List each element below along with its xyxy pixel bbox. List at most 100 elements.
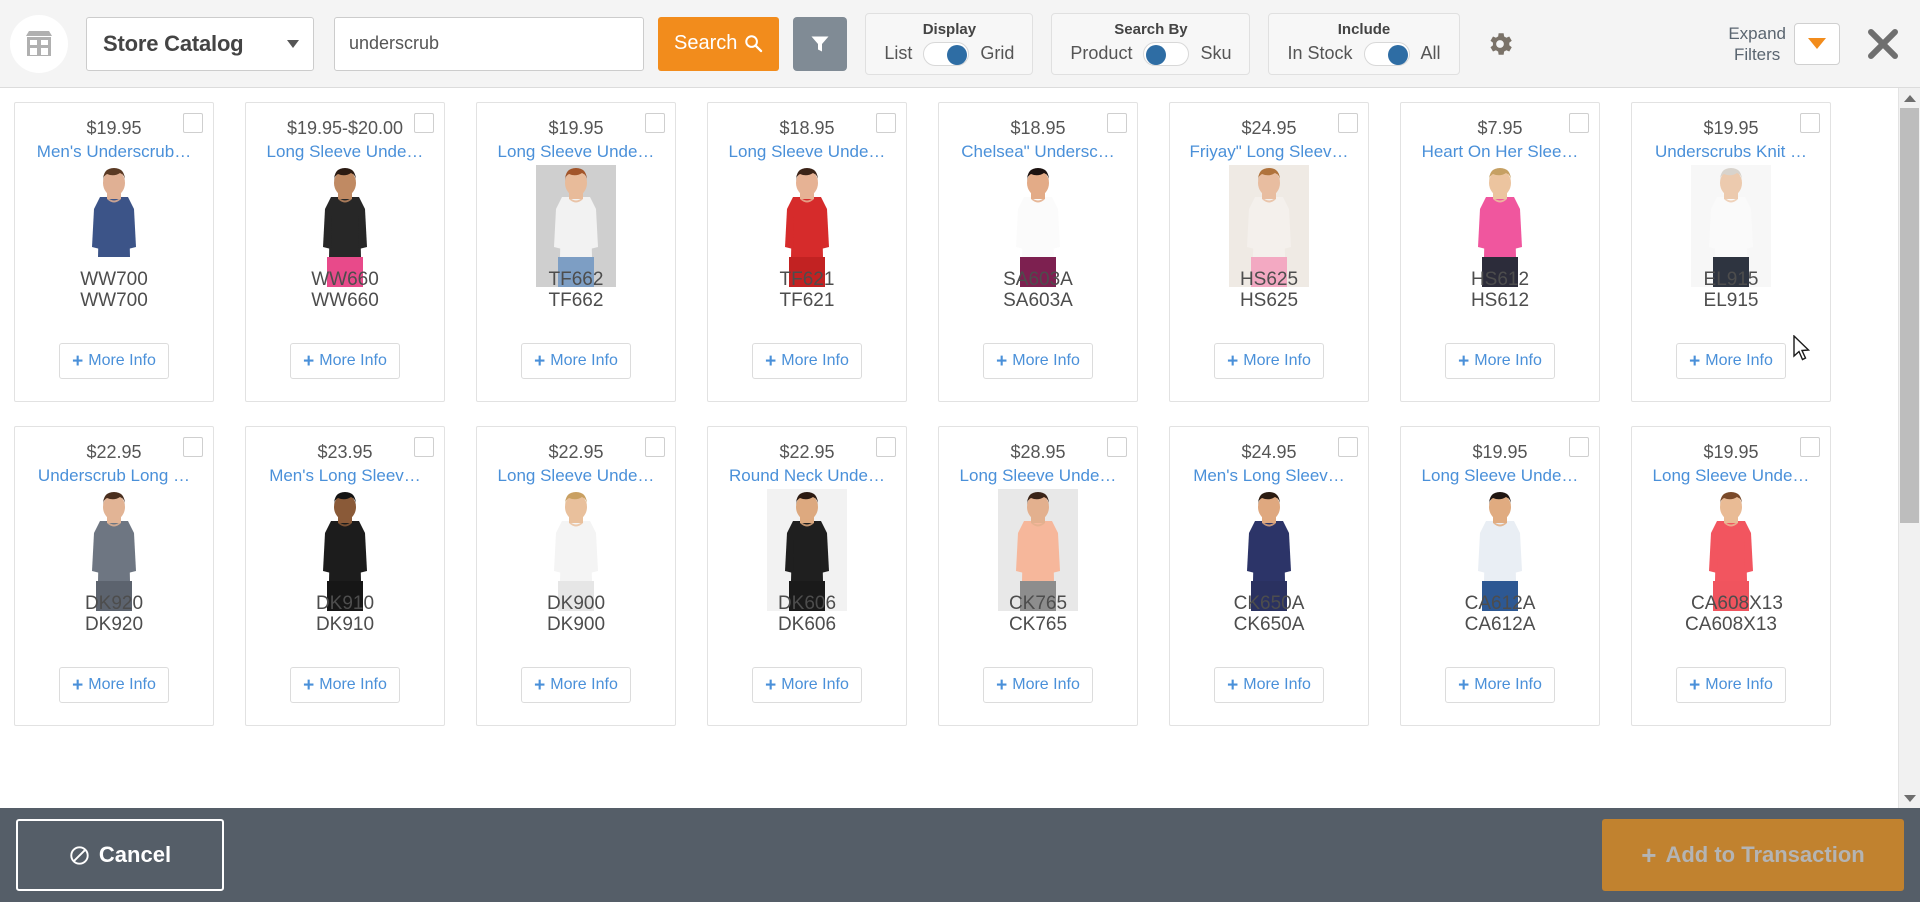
close-button[interactable] xyxy=(1860,21,1906,67)
more-info-button[interactable]: + More Info xyxy=(752,343,862,379)
more-info-button[interactable]: + More Info xyxy=(290,343,400,379)
product-select-checkbox[interactable] xyxy=(183,437,203,457)
results-scrollbar[interactable] xyxy=(1898,88,1920,808)
scrollbar-up-button[interactable] xyxy=(1903,88,1916,108)
scrollbar-down-button[interactable] xyxy=(1903,788,1916,808)
product-card[interactable]: $22.95 Long Sleeve Unde… DK900 DK900 + M… xyxy=(476,426,676,726)
product-image-wrap: HS625 xyxy=(1176,165,1362,287)
product-select-checkbox[interactable] xyxy=(876,437,896,457)
scrollbar-track[interactable] xyxy=(1899,108,1920,788)
product-title-link[interactable]: Long Sleeve Unde… xyxy=(1653,465,1810,487)
cancel-button-label: Cancel xyxy=(98,842,172,867)
product-card[interactable]: $19.95 Long Sleeve Unde… CA608X13 CA608X… xyxy=(1631,426,1831,726)
product-title-link[interactable]: Long Sleeve Unde… xyxy=(498,465,655,487)
product-image-wrap: DK920 xyxy=(21,489,207,611)
search-input[interactable] xyxy=(334,16,644,71)
product-card[interactable]: $7.95 Heart On Her Slee… HS612 HS612 + M… xyxy=(1400,102,1600,402)
product-select-checkbox[interactable] xyxy=(1800,113,1820,133)
product-title-link[interactable]: Round Neck Unde… xyxy=(729,465,885,487)
product-select-checkbox[interactable] xyxy=(1569,437,1589,457)
display-toggle-switch[interactable] xyxy=(923,41,970,66)
more-info-button[interactable]: + More Info xyxy=(521,343,631,379)
display-toggle-right-label: Grid xyxy=(980,43,1015,63)
product-title-link[interactable]: Long Sleeve Unde… xyxy=(960,465,1117,487)
product-card[interactable]: $22.95 Round Neck Unde… DK606 DK606 + Mo… xyxy=(707,426,907,726)
product-card[interactable]: $19.95 Men's Underscrub… WW700 WW700 + M… xyxy=(14,102,214,402)
more-info-button[interactable]: + More Info xyxy=(1676,667,1786,703)
product-select-checkbox[interactable] xyxy=(414,113,434,133)
product-title-link[interactable]: Long Sleeve Unde… xyxy=(729,141,886,163)
product-title-link[interactable]: Men's Long Sleev… xyxy=(1193,465,1345,487)
product-title-link[interactable]: Chelsea" Undersc… xyxy=(961,141,1114,163)
product-sku: WW700 xyxy=(80,290,148,311)
product-select-checkbox[interactable] xyxy=(1800,437,1820,457)
search-by-toggle-right-label: Sku xyxy=(1200,43,1232,63)
product-card[interactable]: $19.95 Underscrubs Knit … EL915 EL915 + … xyxy=(1631,102,1831,402)
product-image: WW660 xyxy=(305,165,385,287)
product-card[interactable]: $19.95 Long Sleeve Unde… CA612A CA612A +… xyxy=(1400,426,1600,726)
gear-icon xyxy=(1490,32,1512,55)
product-card[interactable]: $18.95 Chelsea" Undersc… SA603A SA603A +… xyxy=(938,102,1138,402)
more-info-button[interactable]: + More Info xyxy=(1214,343,1324,379)
more-info-button[interactable]: + More Info xyxy=(983,343,1093,379)
product-select-checkbox[interactable] xyxy=(1569,113,1589,133)
product-select-checkbox[interactable] xyxy=(414,437,434,457)
product-card[interactable]: $19.95-$20.00 Long Sleeve Unde… WW660 WW… xyxy=(245,102,445,402)
more-info-button[interactable]: + More Info xyxy=(1445,343,1555,379)
more-info-button[interactable]: + More Info xyxy=(1445,667,1555,703)
product-select-checkbox[interactable] xyxy=(645,437,665,457)
product-select-checkbox[interactable] xyxy=(1338,113,1358,133)
plus-icon: + xyxy=(1458,674,1470,696)
more-info-button[interactable]: + More Info xyxy=(521,667,631,703)
catalog-dropdown[interactable]: Store Catalog xyxy=(86,16,314,71)
more-info-button[interactable]: + More Info xyxy=(983,667,1093,703)
product-price: $19.95 xyxy=(1703,442,1759,462)
product-price: $19.95-$20.00 xyxy=(286,118,404,138)
product-title-link[interactable]: Long Sleeve Unde… xyxy=(498,141,655,163)
product-card[interactable]: $24.95 Friyay" Long Sleev… HS625 HS625 +… xyxy=(1169,102,1369,402)
product-card[interactable]: $24.95 Men's Long Sleev… CK650A CK650A +… xyxy=(1169,426,1369,726)
product-title-link[interactable]: Friyay" Long Sleev… xyxy=(1189,141,1348,163)
product-select-checkbox[interactable] xyxy=(1107,437,1127,457)
search-button[interactable]: Search xyxy=(658,16,780,71)
more-info-button[interactable]: + More Info xyxy=(752,667,862,703)
filter-button[interactable] xyxy=(793,16,848,71)
product-title-link[interactable]: Long Sleeve Unde… xyxy=(267,141,424,163)
results-area: $19.95 Men's Underscrub… WW700 WW700 + M… xyxy=(0,88,1920,808)
product-title-link[interactable]: Long Sleeve Unde… xyxy=(1422,465,1579,487)
more-info-button[interactable]: + More Info xyxy=(1676,343,1786,379)
catalog-dropdown-label: Store Catalog xyxy=(103,30,244,56)
plus-icon: + xyxy=(1689,350,1701,372)
product-card[interactable]: $18.95 Long Sleeve Unde… TF621 TF621 + M… xyxy=(707,102,907,402)
include-toggle-switch[interactable] xyxy=(1363,41,1410,66)
product-title-link[interactable]: Underscrubs Knit … xyxy=(1655,141,1807,163)
expand-filters-button[interactable] xyxy=(1794,22,1840,65)
product-title-link[interactable]: Underscrub Long … xyxy=(38,465,190,487)
product-title-link[interactable]: Heart On Her Slee… xyxy=(1422,141,1579,163)
more-info-button[interactable]: + More Info xyxy=(59,343,169,379)
product-title-link[interactable]: Men's Long Sleev… xyxy=(269,465,421,487)
product-select-checkbox[interactable] xyxy=(183,113,203,133)
add-to-transaction-button[interactable]: + Add to Transaction xyxy=(1602,819,1904,891)
product-card[interactable]: $23.95 Men's Long Sleev… DK910 DK910 + M… xyxy=(245,426,445,726)
store-icon xyxy=(10,14,68,73)
plus-icon: + xyxy=(765,674,777,696)
product-card[interactable]: $22.95 Underscrub Long … DK920 DK920 + M… xyxy=(14,426,214,726)
product-card[interactable]: $19.95 Long Sleeve Unde… TF662 TF662 + M… xyxy=(476,102,676,402)
product-select-checkbox[interactable] xyxy=(1107,113,1127,133)
search-by-toggle-switch[interactable] xyxy=(1143,41,1190,66)
product-sku: HS612 xyxy=(1470,290,1530,311)
more-info-button[interactable]: + More Info xyxy=(1214,667,1324,703)
product-title-link[interactable]: Men's Underscrub… xyxy=(37,141,191,163)
more-info-button[interactable]: + More Info xyxy=(59,667,169,703)
scrollbar-thumb[interactable] xyxy=(1900,108,1919,523)
product-select-checkbox[interactable] xyxy=(645,113,665,133)
product-image: WW700 xyxy=(74,165,154,287)
product-card[interactable]: $28.95 Long Sleeve Unde… CK765 CK765 + M… xyxy=(938,426,1138,726)
settings-button[interactable] xyxy=(1480,24,1520,64)
product-select-checkbox[interactable] xyxy=(1338,437,1358,457)
product-image-wrap: WW700 xyxy=(21,165,207,287)
cancel-button[interactable]: Cancel xyxy=(16,819,224,891)
product-select-checkbox[interactable] xyxy=(876,113,896,133)
more-info-button[interactable]: + More Info xyxy=(290,667,400,703)
